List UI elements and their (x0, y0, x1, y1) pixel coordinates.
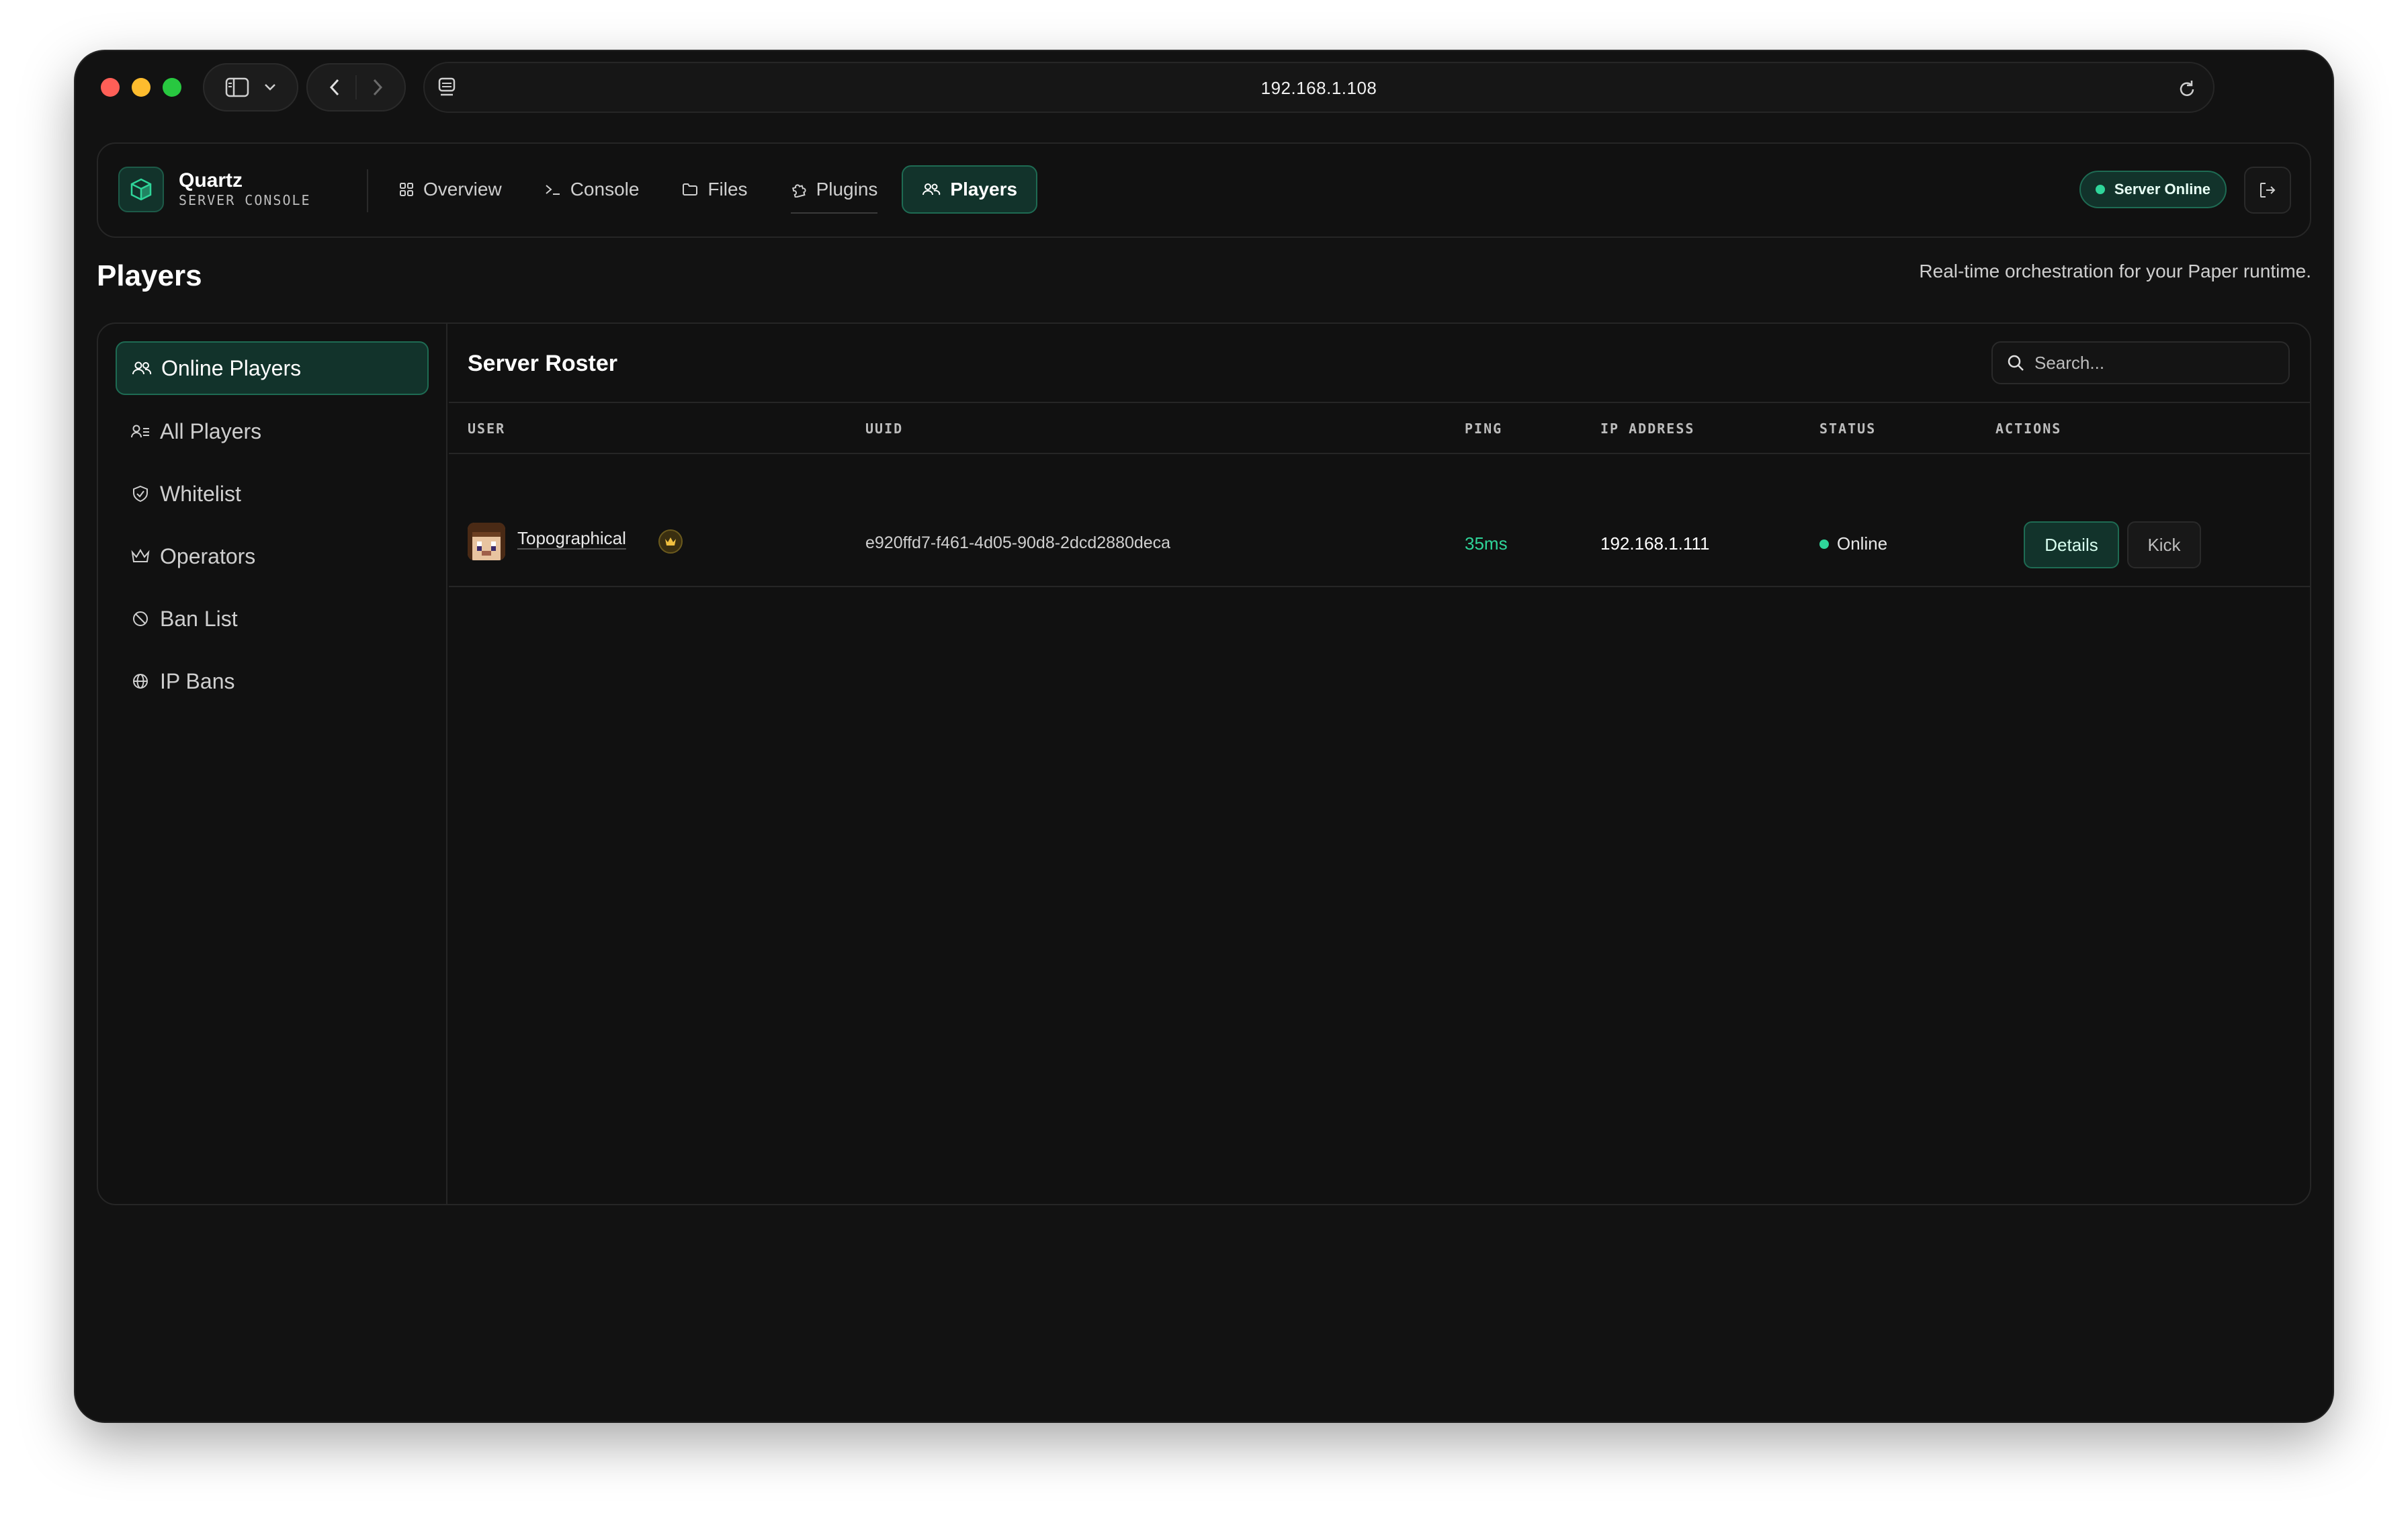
nav-tab-players[interactable]: Players (902, 165, 1038, 214)
sidebar-item-label: Whitelist (160, 481, 241, 506)
sidebar-item-all-players[interactable]: All Players (116, 404, 429, 458)
search-placeholder: Search... (2034, 352, 2105, 373)
forward-arrow-icon[interactable] (372, 78, 384, 97)
column-header-actions: ACTIONS (1995, 421, 2062, 437)
nav-tab-label: Files (707, 179, 748, 200)
ban-icon (130, 610, 150, 627)
crown-icon (130, 548, 150, 564)
users-icon (922, 182, 941, 197)
logout-button[interactable] (2244, 167, 2291, 214)
kick-button[interactable]: Kick (2127, 521, 2201, 568)
player-uuid: e920ffd7-f461-4d05-90d8-2dcd2880deca (865, 533, 1171, 552)
nav-tab-label: Overview (423, 179, 502, 200)
sidebar-item-ip-bans[interactable]: IP Bans (116, 654, 429, 708)
server-status-badge: Server Online (2079, 171, 2227, 208)
roster-title: Server Roster (468, 351, 618, 376)
reload-icon[interactable] (2177, 78, 2197, 99)
nav-tab-label: Console (570, 179, 640, 200)
folder-icon (682, 183, 698, 196)
status-dot-icon (2095, 185, 2105, 194)
sidebar-item-ban-list[interactable]: Ban List (116, 592, 429, 646)
column-header-uuid: UUID (865, 421, 904, 437)
player-ping: 35ms (1465, 533, 1508, 554)
players-panel: Online Players All Players Whitelist Ope… (97, 322, 2311, 1205)
nav-tab-overview[interactable]: Overview (380, 165, 521, 214)
browser-window: 192.168.1.108 Quartz SERVER CONSOLE Over… (75, 51, 2333, 1422)
page-title: Players (97, 259, 202, 292)
minimize-window-button[interactable] (132, 78, 150, 97)
sidebar-item-label: All Players (160, 419, 262, 443)
table-header-divider (449, 453, 2310, 454)
main-nav: Overview Console Files Plugins Players (380, 164, 1038, 215)
sidebar-item-label: Ban List (160, 606, 238, 631)
server-status-label: Server Online (2114, 181, 2210, 198)
header-divider-line (449, 402, 2310, 403)
app-header: Quartz SERVER CONSOLE Overview Console F… (97, 142, 2311, 238)
sidebar-item-label: IP Bans (160, 668, 235, 693)
terminal-icon (545, 183, 561, 196)
search-input[interactable]: Search... (1991, 341, 2290, 384)
url-text: 192.168.1.108 (1260, 78, 1377, 98)
sidebar-icon (225, 77, 249, 97)
chevron-down-icon (264, 83, 276, 91)
search-icon (2006, 353, 2025, 372)
column-header-user: USER (468, 421, 506, 437)
nav-tab-console[interactable]: Console (526, 165, 658, 214)
sidebar-item-online-players[interactable]: Online Players (116, 341, 429, 395)
column-header-status: STATUS (1819, 421, 1877, 437)
table-row-divider (449, 586, 2310, 587)
nav-tab-label: Players (950, 179, 1018, 200)
players-sidebar: Online Players All Players Whitelist Ope… (98, 324, 447, 1204)
brand-title: Quartz (179, 169, 243, 191)
address-bar[interactable]: 192.168.1.108 (423, 62, 2214, 113)
grid-icon (399, 182, 414, 197)
browser-toolbar: 192.168.1.108 (75, 51, 2333, 118)
avatar (468, 523, 505, 560)
users-icon (132, 360, 152, 376)
shield-check-icon (130, 485, 150, 503)
globe-icon (130, 672, 150, 690)
online-dot-icon (1819, 539, 1829, 549)
maximize-window-button[interactable] (163, 78, 181, 97)
player-status-label: Online (1837, 533, 1888, 554)
logout-icon (2258, 181, 2277, 200)
header-divider (367, 169, 368, 212)
sidebar-item-label: Operators (160, 544, 256, 568)
player-name[interactable]: Topographical (517, 528, 626, 549)
back-arrow-icon[interactable] (329, 78, 341, 97)
close-window-button[interactable] (101, 78, 120, 97)
nav-tab-label: Plugins (816, 179, 878, 200)
details-button[interactable]: Details (2024, 521, 2119, 568)
roster-content: Server Roster Search... USER UUID PING I… (449, 324, 2310, 1204)
column-header-ip-address: IP ADDRESS (1600, 421, 1695, 437)
brand-subtitle: SERVER CONSOLE (179, 192, 311, 208)
puzzle-icon (791, 181, 807, 198)
sidebar-item-whitelist[interactable]: Whitelist (116, 467, 429, 521)
sidebar-toggle-button[interactable] (203, 63, 298, 112)
nav-tab-plugins[interactable]: Plugins (772, 165, 897, 214)
operator-crown-icon (658, 529, 683, 554)
sidebar-item-operators[interactable]: Operators (116, 529, 429, 583)
history-buttons (306, 63, 406, 112)
player-status: Online (1819, 533, 1887, 554)
nav-tab-files[interactable]: Files (663, 165, 766, 214)
column-header-ping: PING (1465, 421, 1503, 437)
player-ip: 192.168.1.111 (1600, 533, 1710, 554)
cube-logo-icon (118, 167, 164, 212)
sidebar-item-label: Online Players (161, 355, 302, 380)
user-list-icon (130, 423, 150, 439)
page-description: Real-time orchestration for your Paper r… (1919, 261, 2311, 281)
